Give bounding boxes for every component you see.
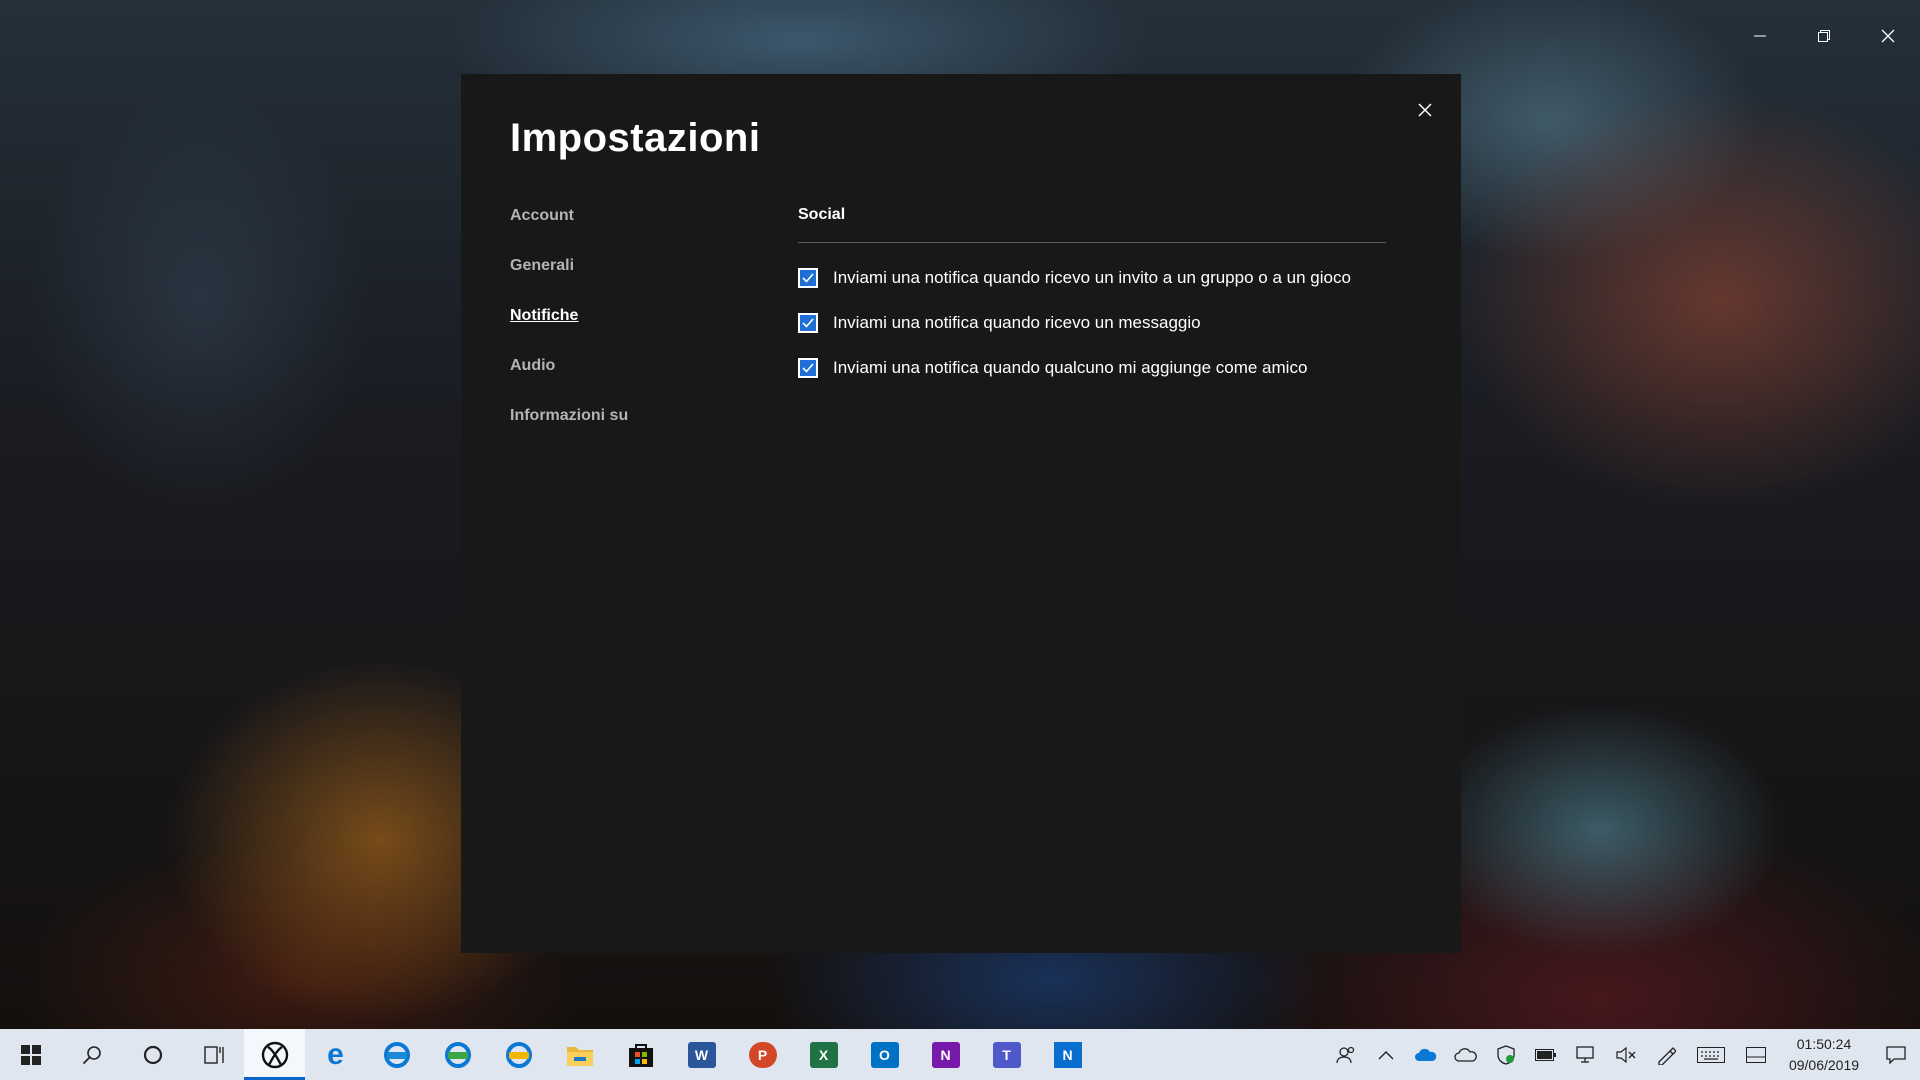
news-icon: N (1053, 1041, 1082, 1068)
option-label: Inviami una notifica quando ricevo un in… (833, 267, 1351, 287)
option-label: Inviami una notifica quando ricevo un me… (833, 312, 1201, 332)
clock-date: 09/06/2019 (1788, 1056, 1860, 1073)
invite-checkbox[interactable] (798, 267, 818, 288)
search-button[interactable] (61, 1029, 122, 1080)
edge-icon: e (327, 1037, 344, 1071)
taskbar-app-store[interactable] (610, 1029, 671, 1080)
network-button[interactable] (1566, 1029, 1606, 1080)
onedrive-icon (1415, 1048, 1437, 1061)
nav-item-audio[interactable]: Audio (510, 351, 628, 401)
nav-item-generali[interactable]: Generali (510, 251, 628, 301)
volume-button[interactable] (1606, 1029, 1646, 1080)
friend-checkbox[interactable] (798, 357, 818, 378)
outlook-icon: O (870, 1041, 899, 1068)
people-button[interactable] (1326, 1029, 1366, 1080)
taskbar-app-explorer[interactable] (549, 1029, 610, 1080)
notification-icon (1886, 1045, 1906, 1064)
checkmark-icon (802, 362, 814, 373)
chevron-up-icon (1378, 1050, 1394, 1059)
clock[interactable]: 01:50:24 09/06/2019 (1776, 1034, 1872, 1076)
search-icon (82, 1045, 101, 1064)
nav-item-notifiche[interactable]: Notifiche (510, 301, 628, 351)
taskbar-app-edge-dev[interactable] (427, 1029, 488, 1080)
notifications-panel: Social Inviami una notifica quando ricev… (798, 200, 1386, 390)
minimize-button[interactable] (1728, 0, 1792, 72)
settings-dialog: Impostazioni Account Generali Notifiche … (461, 74, 1461, 953)
option-label: Inviami una notifica quando qualcuno mi … (833, 357, 1308, 377)
window-close-button[interactable] (1856, 0, 1920, 72)
taskbar-app-powerpoint[interactable]: P (732, 1029, 793, 1080)
taskbar-app-edge-canary[interactable] (488, 1029, 549, 1080)
taskbar-app-news[interactable]: N (1037, 1029, 1098, 1080)
onedrive-personal-button[interactable] (1446, 1029, 1486, 1080)
windows-icon (20, 1044, 41, 1065)
nav-item-informazioni[interactable]: Informazioni su (510, 401, 628, 451)
action-center-button[interactable] (1872, 1029, 1920, 1080)
window-controls (1728, 0, 1920, 72)
notification-options: Inviami una notifica quando ricevo un in… (798, 255, 1386, 390)
show-hidden-icons-button[interactable] (1366, 1029, 1406, 1080)
clock-time: 01:50:24 (1796, 1035, 1852, 1052)
excel-icon: X (809, 1041, 838, 1068)
restore-button[interactable] (1792, 0, 1856, 72)
cortana-icon (143, 1045, 162, 1064)
option-friend[interactable]: Inviami una notifica quando qualcuno mi … (798, 345, 1386, 390)
close-icon (1881, 29, 1895, 43)
cloud-icon (1454, 1047, 1477, 1062)
option-message[interactable]: Inviami una notifica quando ricevo un me… (798, 300, 1386, 345)
option-invite[interactable]: Inviami una notifica quando ricevo un in… (798, 255, 1386, 300)
taskbar-app-excel[interactable]: X (793, 1029, 854, 1080)
divider (798, 242, 1386, 243)
shield-icon (1497, 1044, 1515, 1065)
message-checkbox[interactable] (798, 312, 818, 333)
onedrive-button[interactable] (1406, 1029, 1446, 1080)
system-tray: 01:50:24 09/06/2019 (1326, 1029, 1920, 1080)
minimize-icon (1754, 35, 1766, 37)
dialog-title: Impostazioni (510, 116, 761, 160)
section-title: Social (798, 206, 846, 223)
touch-keyboard-button[interactable] (1686, 1029, 1736, 1080)
restore-icon (1818, 30, 1830, 42)
security-button[interactable] (1486, 1029, 1526, 1080)
taskbar-app-xbox[interactable] (244, 1029, 305, 1080)
onenote-icon: N (931, 1041, 960, 1068)
battery-icon (1535, 1048, 1556, 1061)
battery-button[interactable] (1526, 1029, 1566, 1080)
store-icon (628, 1043, 653, 1067)
settings-nav: Account Generali Notifiche Audio Informa… (510, 201, 628, 451)
powerpoint-icon: P (748, 1041, 777, 1068)
people-icon (1336, 1046, 1355, 1063)
edge-beta-icon (383, 1041, 410, 1068)
start-button[interactable] (0, 1029, 61, 1080)
xbox-icon (261, 1041, 288, 1068)
taskbar-app-word[interactable]: W (671, 1029, 732, 1080)
taskbar: e W P X O N T N 01:50:24 09/06/2019 (0, 1029, 1920, 1080)
taskbar-app-outlook[interactable]: O (854, 1029, 915, 1080)
pen-icon (1658, 1046, 1676, 1065)
checkmark-icon (802, 317, 814, 328)
edge-dev-icon (444, 1041, 471, 1068)
edge-canary-icon (505, 1041, 532, 1068)
tablet-icon (1746, 1046, 1766, 1063)
taskbar-app-teams[interactable]: T (976, 1029, 1037, 1080)
volume-muted-icon (1616, 1046, 1636, 1063)
nav-item-account[interactable]: Account (510, 201, 628, 251)
close-icon (1418, 103, 1432, 117)
file-explorer-icon (566, 1046, 593, 1066)
cortana-button[interactable] (122, 1029, 183, 1080)
pen-workspace-button[interactable] (1646, 1029, 1686, 1080)
taskbar-app-edge-beta[interactable] (366, 1029, 427, 1080)
checkmark-icon (802, 272, 814, 283)
task-view-button[interactable] (183, 1029, 244, 1080)
network-icon (1576, 1045, 1594, 1063)
keyboard-icon (1697, 1046, 1725, 1063)
dialog-close-button[interactable] (1411, 96, 1439, 124)
tablet-mode-button[interactable] (1736, 1029, 1776, 1080)
word-icon: W (687, 1041, 716, 1068)
task-view-icon (203, 1045, 224, 1064)
taskbar-app-edge[interactable]: e (305, 1029, 366, 1080)
taskbar-app-onenote[interactable]: N (915, 1029, 976, 1080)
teams-icon: T (992, 1041, 1021, 1068)
